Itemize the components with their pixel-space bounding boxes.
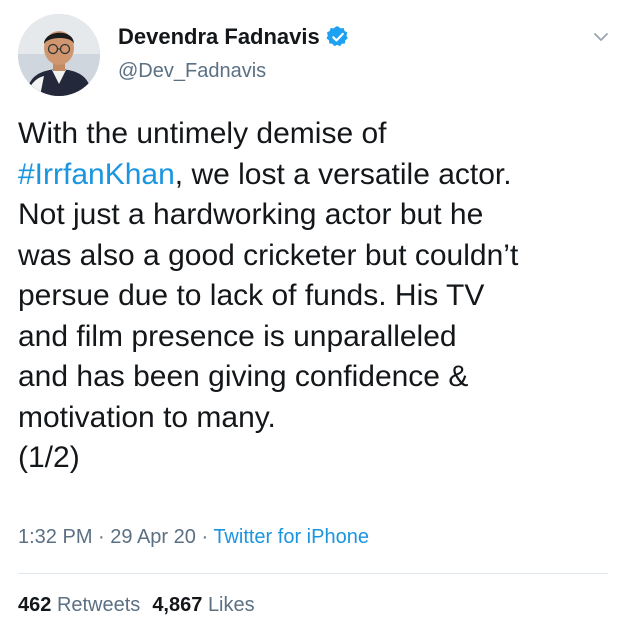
meta-separator: · — [195, 526, 214, 548]
tweet-line-text: , we lost a versatile actor. — [174, 157, 512, 191]
tweet-line: With the untimely demise of — [18, 117, 387, 150]
tweet-text: With the untimely demise of #IrrfanKhan,… — [18, 114, 624, 479]
author-display-name[interactable]: Devendra Fadnavis — [118, 24, 320, 50]
chevron-down-icon[interactable] — [590, 26, 612, 48]
retweets-count: 462 — [18, 594, 52, 616]
likes-label: Likes — [207, 594, 255, 616]
tweet-time[interactable]: 1:32 PM — [18, 526, 92, 548]
tweet-line: Not just a hardworking actor but he — [18, 198, 484, 231]
avatar[interactable] — [18, 14, 100, 96]
avatar-image — [18, 14, 100, 96]
author-handle[interactable]: @Dev_Fadnavis — [118, 60, 266, 83]
tweet-date[interactable]: 29 Apr 20 — [110, 526, 196, 548]
tweet-line: was also a good cricketer but couldn’t — [18, 238, 519, 272]
meta-separator: · — [92, 526, 111, 548]
divider — [18, 573, 608, 574]
tweet-line: #IrrfanKhan, we lost a versatile actor. — [18, 155, 624, 196]
tweet-line: (1/2) — [18, 441, 80, 474]
tweet-line: motivation to many. — [18, 400, 276, 434]
tweet-line: and has been giving confidence & — [18, 360, 469, 393]
likes-count: 4,867 — [152, 594, 203, 616]
tweet-line: and film presence is unparalleled — [18, 319, 457, 353]
verified-badge-icon — [326, 25, 350, 49]
tweet-card: Devendra Fadnavis @Dev_Fadnavis With the… — [0, 0, 640, 640]
likes-stat[interactable]: 4,867 Likes — [152, 594, 254, 616]
hashtag-link[interactable]: #IrrfanKhan — [18, 158, 175, 191]
tweet-source-link[interactable]: Twitter for iPhone — [213, 526, 369, 548]
retweets-label: Retweets — [56, 594, 141, 616]
tweet-line: persue due to lack of funds. His TV — [18, 279, 485, 312]
retweets-stat[interactable]: 462 Retweets — [18, 594, 140, 616]
tweet-meta: 1:32 PM · 29 Apr 20 · Twitter for iPhone — [18, 526, 369, 549]
author-name-row: Devendra Fadnavis — [118, 22, 350, 52]
tweet-stats: 462 Retweets 4,867 Likes — [18, 594, 255, 617]
